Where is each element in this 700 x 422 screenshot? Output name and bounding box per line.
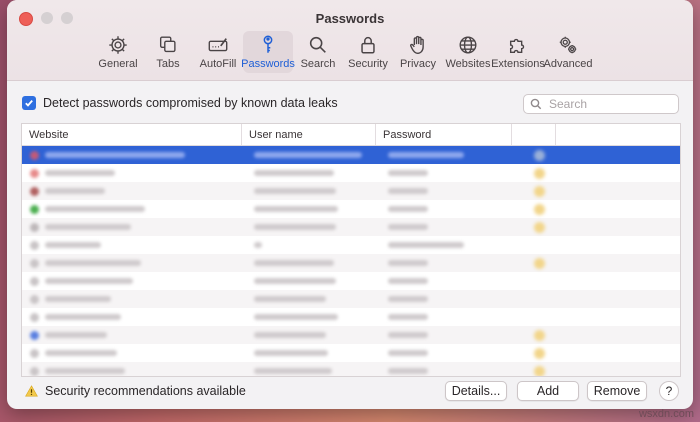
warning-icon <box>25 385 38 397</box>
tab-search[interactable]: Search <box>293 31 343 73</box>
site-favicon <box>30 168 39 178</box>
table-row[interactable] <box>22 200 680 218</box>
detect-compromised-label: Detect passwords compromised by known da… <box>43 96 338 110</box>
tab-advanced[interactable]: Advanced <box>543 31 593 73</box>
site-favicon <box>30 348 39 358</box>
detect-compromised-option[interactable]: Detect passwords compromised by known da… <box>22 96 338 110</box>
table-row[interactable] <box>22 290 680 308</box>
site-favicon <box>30 240 39 250</box>
search-field[interactable] <box>523 94 679 114</box>
site-favicon <box>30 186 39 196</box>
site-favicon <box>30 330 39 340</box>
add-button[interactable]: Add <box>517 381 579 401</box>
security-recommendations-label: Security recommendations available <box>45 384 246 398</box>
checkmark-icon <box>25 100 33 107</box>
table-row[interactable] <box>22 272 680 290</box>
detect-compromised-checkbox[interactable] <box>22 96 36 110</box>
site-favicon <box>30 204 39 214</box>
tab-general-label: General <box>98 58 138 70</box>
tab-general[interactable]: General <box>93 31 143 73</box>
warning-icon <box>534 167 545 179</box>
watermark: wsxdn.com <box>638 408 694 420</box>
column-user-name[interactable]: User name <box>242 124 376 145</box>
column-password[interactable]: Password <box>376 124 512 145</box>
titlebar: Passwords General Tabs AutoFill Password… <box>7 0 693 81</box>
preferences-toolbar: General Tabs AutoFill Passwords Search S… <box>93 31 593 73</box>
tab-extensions-label: Extensions <box>491 58 545 70</box>
security-recommendations: Security recommendations available <box>25 384 246 398</box>
site-favicon <box>30 150 39 160</box>
site-favicon <box>30 258 39 268</box>
warning-icon <box>534 203 545 215</box>
passwords-table: Website User name Password <box>21 123 681 377</box>
details-button[interactable]: Details... <box>445 381 507 401</box>
site-favicon <box>30 222 39 232</box>
tab-websites[interactable]: Websites <box>443 31 493 73</box>
column-website[interactable]: Website <box>22 124 242 145</box>
table-row[interactable] <box>22 254 680 272</box>
warning-icon <box>534 185 545 197</box>
hand-icon <box>410 35 424 54</box>
tab-passwords-label: Passwords <box>241 58 295 70</box>
tab-tabs[interactable]: Tabs <box>143 31 193 73</box>
footer-bar: Security recommendations available Detai… <box>25 379 679 403</box>
tab-privacy[interactable]: Privacy <box>393 31 443 73</box>
tab-autofill[interactable]: AutoFill <box>193 31 243 73</box>
column-warning[interactable] <box>512 124 556 145</box>
tab-tabs-label: Tabs <box>156 58 180 70</box>
table-rows <box>22 146 680 376</box>
column-spacer <box>556 124 680 145</box>
table-row[interactable] <box>22 308 680 326</box>
site-favicon <box>30 276 39 286</box>
tab-passwords[interactable]: Passwords <box>241 31 295 73</box>
tab-extensions[interactable]: Extensions <box>491 31 545 73</box>
search-input[interactable] <box>547 96 671 112</box>
help-button[interactable]: ? <box>659 381 679 401</box>
tab-security[interactable]: Security <box>343 31 393 73</box>
table-row[interactable] <box>22 182 680 200</box>
warning-icon <box>534 347 545 359</box>
table-row[interactable] <box>22 236 680 254</box>
warning-icon <box>534 257 545 269</box>
tabs-icon <box>159 36 176 53</box>
preferences-window: Passwords General Tabs AutoFill Password… <box>7 0 693 409</box>
warning-icon <box>534 149 545 161</box>
tab-advanced-label: Advanced <box>543 58 593 70</box>
tab-search-label: Search <box>300 58 336 70</box>
tab-autofill-label: AutoFill <box>199 58 237 70</box>
globe-icon <box>459 36 477 54</box>
table-row[interactable] <box>22 146 680 164</box>
tab-websites-label: Websites <box>445 58 491 70</box>
puzzle-icon <box>509 38 525 54</box>
passwords-pane: Detect passwords compromised by known da… <box>7 81 693 409</box>
window-title: Passwords <box>315 11 385 26</box>
gear-icon <box>109 36 127 54</box>
site-favicon <box>30 366 39 376</box>
tab-security-label: Security <box>348 58 388 70</box>
table-row[interactable] <box>22 218 680 236</box>
site-favicon <box>30 312 39 322</box>
table-row[interactable] <box>22 164 680 182</box>
gears-icon <box>559 36 577 54</box>
key-icon <box>263 35 273 53</box>
table-row[interactable] <box>22 326 680 344</box>
search-icon <box>530 98 542 110</box>
table-header: Website User name Password <box>22 124 680 146</box>
table-row[interactable] <box>22 362 680 376</box>
search-icon <box>309 36 326 53</box>
warning-icon <box>534 329 545 341</box>
autofill-icon <box>208 38 228 52</box>
lock-icon <box>361 37 375 54</box>
table-row[interactable] <box>22 344 680 362</box>
remove-button[interactable]: Remove <box>587 381 647 401</box>
warning-icon <box>534 221 545 233</box>
tab-privacy-label: Privacy <box>399 58 437 70</box>
site-favicon <box>30 294 39 304</box>
warning-icon <box>534 365 545 376</box>
footer-buttons: Details... Add Remove ? <box>445 381 679 401</box>
